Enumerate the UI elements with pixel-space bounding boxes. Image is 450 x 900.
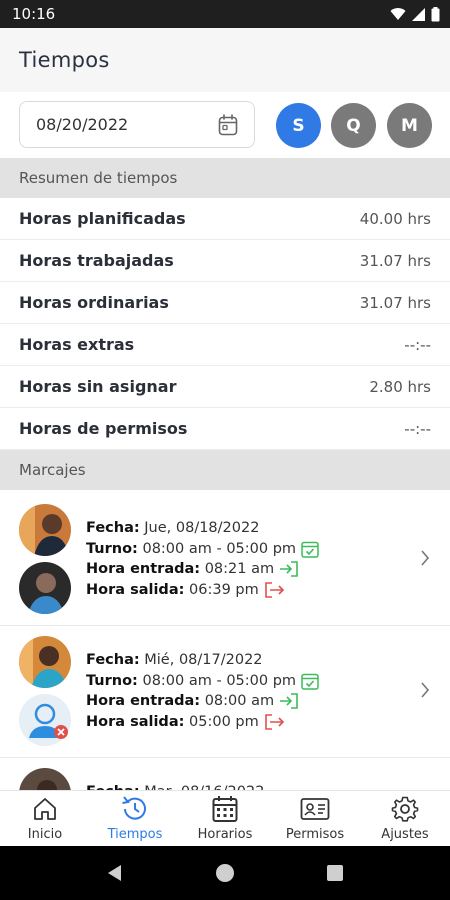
date-picker-field[interactable]: 08/20/2022 xyxy=(19,101,255,148)
nav-label: Ajustes xyxy=(381,827,429,842)
status-bar: 10:16 xyxy=(0,0,450,28)
calendar-check-icon xyxy=(301,673,319,690)
app-bar: Tiempos xyxy=(0,28,450,92)
calendar-grid-icon xyxy=(212,796,238,822)
turno-value: 08:00 am - 05:00 pm xyxy=(142,672,297,689)
marcaje-card[interactable]: Fecha: Jue, 08/18/2022 Turno: 08:00 am -… xyxy=(0,494,450,626)
nav-label: Tiempos xyxy=(107,827,163,842)
exit-photo-avatar xyxy=(19,562,71,614)
chevron-right-icon[interactable] xyxy=(420,550,430,566)
summary-section-header: Resumen de tiempos xyxy=(0,158,450,198)
entry-photo-avatar xyxy=(19,636,71,688)
summary-value: --:-- xyxy=(404,419,431,438)
summary-value: 31.07 hrs xyxy=(359,251,431,270)
nav-label: Permisos xyxy=(285,827,345,842)
summary-row-extras: Horas extras --:-- xyxy=(0,324,450,366)
summary-value: 31.07 hrs xyxy=(359,293,431,312)
battery-icon xyxy=(431,6,440,21)
home-icon xyxy=(34,798,56,820)
status-time: 10:16 xyxy=(12,5,56,23)
entrada-value: 08:21 am xyxy=(204,561,275,577)
page-title: Tiempos xyxy=(19,48,110,72)
entry-login-icon xyxy=(280,693,298,710)
period-week-button[interactable]: S xyxy=(276,103,321,148)
entry-photo-avatar xyxy=(19,504,71,556)
wifi-icon xyxy=(390,8,406,20)
nav-permisos[interactable]: Permisos xyxy=(270,791,360,846)
nav-tiempos[interactable]: Tiempos xyxy=(90,791,180,846)
period-month-button[interactable]: M xyxy=(387,103,432,148)
summary-label: Horas sin asignar xyxy=(19,377,177,396)
summary-row-ordinarias: Horas ordinarias 31.07 hrs xyxy=(0,282,450,324)
chevron-right-icon[interactable] xyxy=(420,682,430,698)
period-fortnight-button[interactable]: Q xyxy=(331,103,376,148)
nav-ajustes[interactable]: Ajustes xyxy=(360,791,450,846)
summary-row-trabajadas: Horas trabajadas 31.07 hrs xyxy=(0,240,450,282)
summary-label: Horas extras xyxy=(19,335,135,354)
salida-value: 05:00 pm xyxy=(189,713,259,730)
summary-row-sin-asignar: Horas sin asignar 2.80 hrs xyxy=(0,366,450,408)
turno-value: 08:00 am - 05:00 pm xyxy=(142,540,297,557)
back-icon[interactable] xyxy=(106,864,124,882)
summary-value: 2.80 hrs xyxy=(369,377,431,396)
marcaje-card[interactable]: Fecha: Mié, 08/17/2022 Turno: 08:00 am -… xyxy=(0,626,450,758)
summary-label: Horas ordinarias xyxy=(19,293,169,312)
marcajes-section-header: Marcajes xyxy=(0,450,450,490)
history-clock-icon xyxy=(122,796,146,820)
nav-label: Horarios xyxy=(197,827,253,842)
nav-horarios[interactable]: Horarios xyxy=(180,791,270,846)
summary-label: Horas planificadas xyxy=(19,209,186,228)
summary-value: --:-- xyxy=(404,335,431,354)
summary-row-planificadas: Horas planificadas 40.00 hrs xyxy=(0,198,450,240)
salida-value: 06:39 pm xyxy=(189,581,259,598)
bottom-navigation: Inicio Tiempos Horarios Permisos Ajustes xyxy=(0,790,450,846)
fecha-value: Jue, 08/18/2022 xyxy=(144,520,260,536)
nav-label: Inicio xyxy=(27,827,63,842)
nav-inicio[interactable]: Inicio xyxy=(0,791,90,846)
recents-icon[interactable] xyxy=(326,864,344,882)
filter-row: 08/20/2022 S Q M xyxy=(0,92,450,158)
missing-photo-avatar xyxy=(19,694,71,746)
calendar-icon[interactable] xyxy=(218,114,238,136)
signal-icon xyxy=(412,7,425,21)
entry-login-icon xyxy=(280,561,298,578)
entrada-value: 08:00 am xyxy=(204,693,275,709)
summary-label: Horas trabajadas xyxy=(19,251,174,270)
id-card-icon xyxy=(300,798,330,820)
fecha-value: Mié, 08/17/2022 xyxy=(144,652,263,668)
exit-logout-icon xyxy=(264,713,284,730)
exit-logout-icon xyxy=(264,581,284,598)
system-navigation-bar xyxy=(0,846,450,900)
summary-value: 40.00 hrs xyxy=(359,209,431,228)
home-circle-icon[interactable] xyxy=(215,863,235,883)
gear-icon xyxy=(391,796,419,822)
calendar-check-icon xyxy=(301,541,319,558)
summary-row-permisos: Horas de permisos --:-- xyxy=(0,408,450,450)
date-value: 08/20/2022 xyxy=(36,115,129,134)
summary-label: Horas de permisos xyxy=(19,419,188,438)
